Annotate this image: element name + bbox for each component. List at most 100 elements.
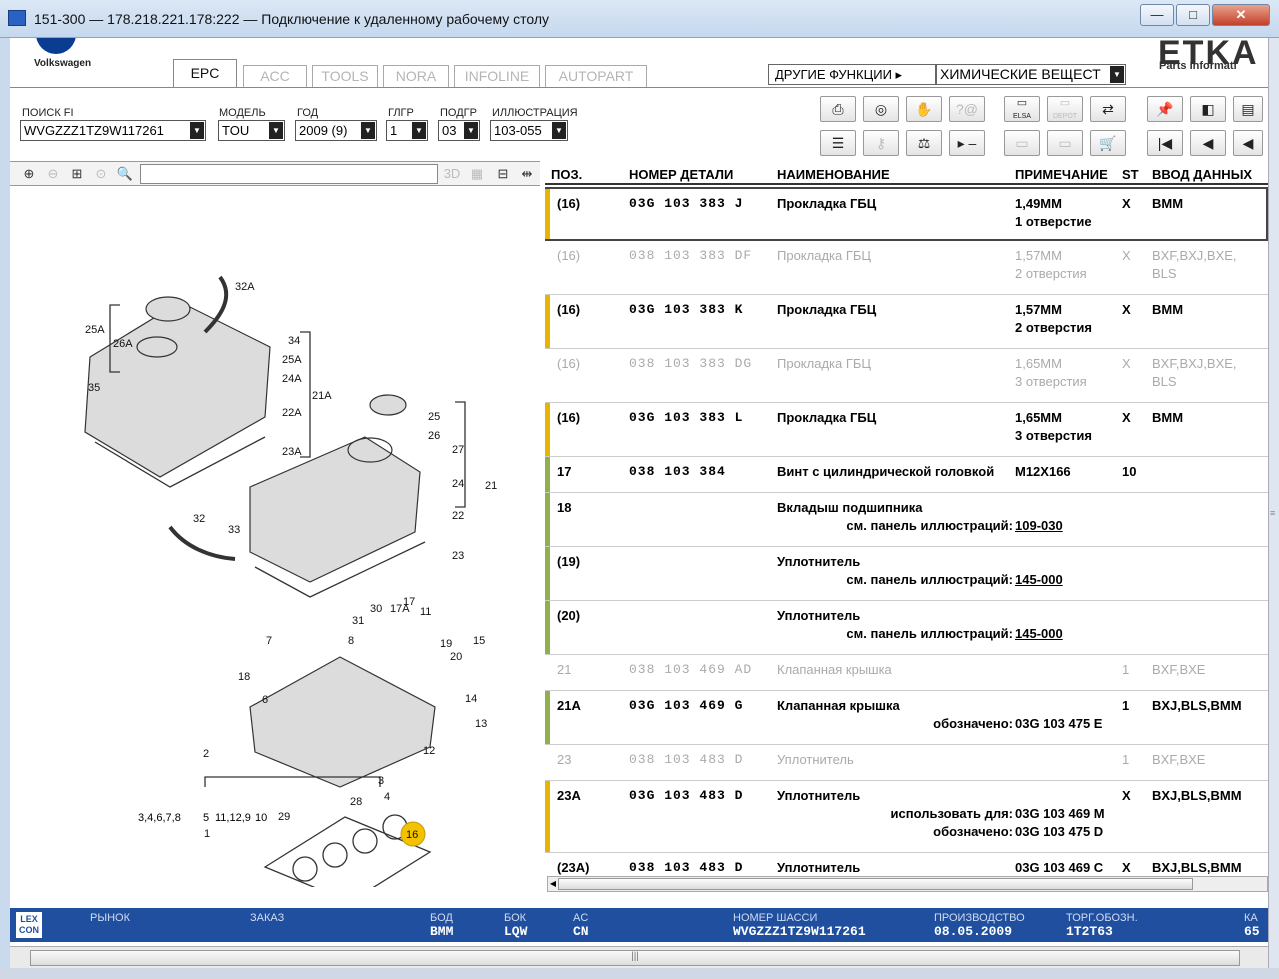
- split-view-icon[interactable]: ▦: [466, 164, 488, 184]
- callout-label[interactable]: 24: [452, 478, 464, 490]
- tab-epc[interactable]: EPC: [173, 59, 237, 88]
- col-st[interactable]: ST: [1122, 167, 1139, 182]
- scroll-left-icon[interactable]: ◀: [548, 877, 558, 891]
- callout-label[interactable]: 25A: [85, 324, 105, 336]
- table-row[interactable]: (19) Уплотнитель см. панель иллюстраций: 14…: [545, 547, 1268, 601]
- tab-tools[interactable]: TOOLS: [312, 65, 378, 87]
- callout-label[interactable]: 14: [465, 693, 477, 705]
- glgr-select[interactable]: 1 ▼: [386, 120, 428, 141]
- table-row[interactable]: 21A 03G 103 469 G Клапанная крышка 1 BXJ,BLS…: [545, 691, 1268, 745]
- table-row[interactable]: (16) 03G 103 383 L Прокладка ГБЦ 1,65ММ 3 от…: [545, 403, 1268, 457]
- table-row[interactable]: (16) 03G 103 383 J Прокладка ГБЦ 1,49ММ 1 от…: [545, 187, 1268, 241]
- close-button[interactable]: ✕: [1212, 4, 1270, 26]
- callout-label[interactable]: 16: [406, 829, 418, 841]
- minimize-button[interactable]: —: [1140, 4, 1174, 26]
- callout-label[interactable]: 27: [452, 444, 464, 456]
- chevron-down-icon[interactable]: ▼: [412, 122, 426, 139]
- parts-illustration[interactable]: 32A 25A 26A 34 25A 24A 21A 35 22A 23A 25 26 27 24 21 22…: [10, 187, 540, 903]
- callout-label[interactable]: 28: [350, 796, 362, 808]
- print-icon[interactable]: ⎙: [820, 96, 856, 122]
- table-row[interactable]: 23 038 103 483 D Уплотнитель 1 BXF,BXE: [545, 745, 1268, 781]
- depot2-icon[interactable]: ▭: [1047, 130, 1083, 156]
- callout-label[interactable]: 34: [288, 335, 300, 347]
- chevron-down-icon[interactable]: ▼: [190, 122, 204, 139]
- callout-label[interactable]: 26: [428, 430, 440, 442]
- pages-back-icon[interactable]: ◧: [1190, 96, 1226, 122]
- grid-horizontal-scrollbar[interactable]: ◀: [547, 876, 1268, 892]
- callout-label[interactable]: 32: [193, 513, 205, 525]
- table-row[interactable]: 17 038 103 384 Винт с цилиндрической голов…: [545, 457, 1268, 493]
- col-part-number[interactable]: НОМЕР ДЕТАЛИ: [629, 167, 733, 182]
- callout-label[interactable]: 13: [475, 718, 487, 730]
- zoom-fit-icon[interactable]: ⊞: [66, 164, 88, 184]
- cell-sub-value[interactable]: 145-000: [1015, 625, 1063, 643]
- cell-sub-value[interactable]: 145-000: [1015, 571, 1063, 589]
- table-row[interactable]: (16) 03G 103 383 K Прокладка ГБЦ 1,57ММ 2 от…: [545, 295, 1268, 349]
- callout-label[interactable]: 12: [423, 745, 435, 757]
- question-mail-icon[interactable]: ?@: [949, 96, 985, 122]
- chemicals-select[interactable]: ХИМИЧЕСКИЕ ВЕЩЕСТ ▼: [936, 64, 1126, 85]
- table-row[interactable]: (20) Уплотнитель см. панель иллюстраций: 14…: [545, 601, 1268, 655]
- model-select[interactable]: TOU ▼: [218, 120, 285, 141]
- splitter-grip-icon[interactable]: ≡: [1270, 508, 1278, 518]
- callout-label[interactable]: 22: [452, 510, 464, 522]
- callout-label[interactable]: 20: [450, 651, 462, 663]
- key-icon[interactable]: ⚷: [863, 130, 899, 156]
- callout-label[interactable]: 22A: [282, 407, 302, 419]
- first-icon[interactable]: |◀: [1147, 130, 1183, 156]
- table-row[interactable]: (16) 038 103 383 DG Прокладка ГБЦ 1,65ММ 3 о…: [545, 349, 1268, 403]
- callout-label[interactable]: 32A: [235, 281, 255, 293]
- callout-label[interactable]: 2: [203, 748, 209, 760]
- fi-search-field[interactable]: WVGZZZ1TZ9W117261 ▼: [20, 120, 206, 141]
- callout-label[interactable]: 18: [238, 671, 250, 683]
- callout-label[interactable]: 4: [384, 791, 390, 803]
- callout-label[interactable]: 25A: [282, 354, 302, 366]
- callout-label[interactable]: 19: [440, 638, 452, 650]
- cell-sub-value[interactable]: 109-030: [1015, 517, 1063, 535]
- chevron-down-icon[interactable]: ▼: [269, 122, 283, 139]
- tab-nora[interactable]: NORA: [383, 65, 449, 87]
- zoom-in-icon[interactable]: ⊕: [18, 164, 40, 184]
- back-icon[interactable]: ◀: [1233, 130, 1263, 156]
- table-row[interactable]: 21 038 103 469 AD Клапанная крышка 1 BXF,BXE: [545, 655, 1268, 691]
- year-select[interactable]: 2009 (9) ▼: [295, 120, 377, 141]
- cd-icon[interactable]: ◎: [863, 96, 899, 122]
- podgr-select[interactable]: 03 ▼: [438, 120, 480, 141]
- zoom-reset-icon[interactable]: ⊙: [90, 164, 112, 184]
- callout-label[interactable]: 7: [266, 635, 272, 647]
- callout-label[interactable]: 31: [352, 615, 364, 627]
- col-input[interactable]: ВВОД ДАННЫХ: [1152, 167, 1252, 182]
- handshake-icon[interactable]: ✋: [906, 96, 942, 122]
- resize-icon[interactable]: ⇹: [516, 164, 538, 184]
- tab-autopart[interactable]: AUTOPART: [545, 65, 647, 87]
- callout-label[interactable]: 6: [262, 694, 268, 706]
- callout-label[interactable]: 24A: [282, 373, 302, 385]
- callout-label[interactable]: 21: [485, 480, 497, 492]
- illustration-select[interactable]: 103-055 ▼: [490, 120, 568, 141]
- callout-label[interactable]: 33: [228, 524, 240, 536]
- tab-infoline[interactable]: INFOLINE: [454, 65, 540, 87]
- callout-label[interactable]: 1: [204, 828, 210, 840]
- list-icon[interactable]: ☰: [820, 130, 856, 156]
- chevron-down-icon[interactable]: ▼: [361, 122, 375, 139]
- chevron-down-icon[interactable]: ▼: [464, 122, 478, 139]
- illustration-search-input[interactable]: [140, 164, 438, 184]
- callout-label[interactable]: 26A: [113, 338, 133, 350]
- tab-acc[interactable]: ACC: [243, 65, 307, 87]
- chevron-down-icon[interactable]: ▼: [1110, 66, 1124, 83]
- callout-label[interactable]: 21A: [312, 390, 332, 402]
- page-icon[interactable]: ▤: [1233, 96, 1263, 122]
- table-row[interactable]: 18 Вкладыш подшипника см. панель иллюстрац…: [545, 493, 1268, 547]
- table-row[interactable]: 23A 03G 103 483 D Уплотнитель X BXJ,BLS,BMM и…: [545, 781, 1268, 853]
- other-functions-menu[interactable]: ДРУГИЕ ФУНКЦИИ ▸: [768, 64, 936, 85]
- cart-icon[interactable]: 🛒: [1090, 130, 1126, 156]
- layout-icon[interactable]: ⊟: [492, 164, 514, 184]
- table-row[interactable]: (23A) 038 103 483 D Уплотнитель 03G 103 469…: [545, 853, 1268, 877]
- callout-label[interactable]: 8: [348, 635, 354, 647]
- scale-icon[interactable]: ⚖: [906, 130, 942, 156]
- callout-label[interactable]: 25: [428, 411, 440, 423]
- prev-icon[interactable]: ◀: [1190, 130, 1226, 156]
- callout-label[interactable]: 17: [403, 596, 415, 608]
- callout-label[interactable]: 30: [370, 603, 382, 615]
- play-minus-icon[interactable]: ▸ –: [949, 130, 985, 156]
